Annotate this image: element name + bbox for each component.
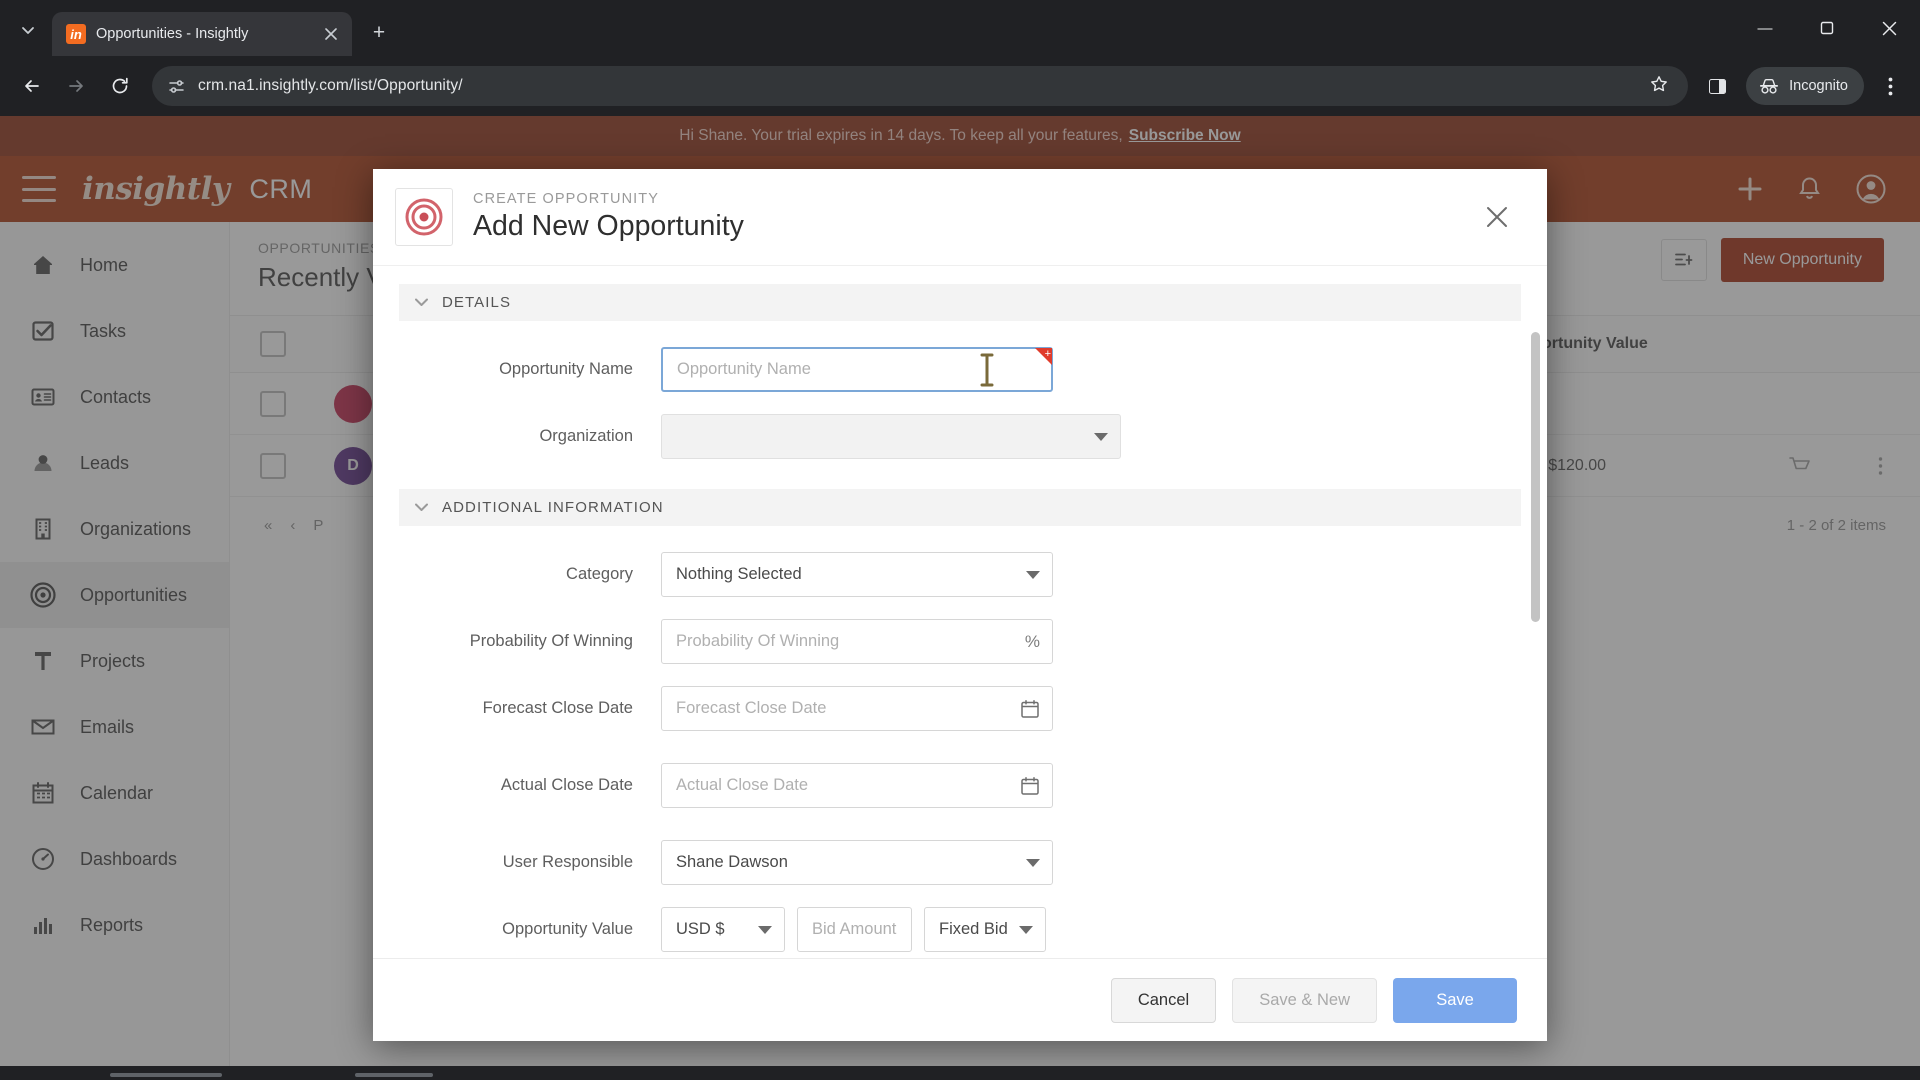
- modal-header: CREATE OPPORTUNITY Add New Opportunity: [373, 169, 1547, 266]
- bid-amount-input[interactable]: Bid Amount: [797, 907, 912, 952]
- cancel-button[interactable]: Cancel: [1110, 977, 1217, 1023]
- chevron-down-icon: [1019, 925, 1033, 934]
- incognito-indicator[interactable]: Incognito: [1746, 67, 1864, 105]
- opportunity-name-placeholder: Opportunity Name: [677, 360, 811, 378]
- browser-tab[interactable]: in Opportunities - Insightly: [52, 12, 352, 56]
- reload-button[interactable]: [100, 66, 140, 106]
- modal-eyebrow: CREATE OPPORTUNITY: [473, 191, 660, 207]
- close-window-button[interactable]: [1858, 0, 1920, 56]
- chevron-down-icon: [1026, 858, 1040, 867]
- field-label: Category: [566, 565, 633, 583]
- currency-value: USD $: [676, 920, 725, 938]
- tab-title: Opportunities - Insightly: [96, 26, 249, 42]
- field-organization: Organization: [399, 414, 1521, 459]
- field-label: Organization: [539, 427, 633, 445]
- calendar-icon[interactable]: [1020, 776, 1040, 796]
- bid-amount-placeholder: Bid Amount: [812, 920, 897, 938]
- modal-scrollbar-thumb[interactable]: [1531, 332, 1540, 622]
- modal-footer: Cancel Save & New Save: [373, 958, 1547, 1041]
- calendar-icon[interactable]: [1020, 699, 1040, 719]
- field-label: Opportunity Value: [502, 920, 633, 938]
- user-responsible-select[interactable]: Shane Dawson: [661, 840, 1053, 885]
- modal-body: DETAILS Opportunity Name Opportunity Nam…: [373, 266, 1547, 958]
- maximize-button[interactable]: [1796, 0, 1858, 56]
- save-and-new-button[interactable]: Save & New: [1232, 977, 1377, 1023]
- forward-button[interactable]: [56, 66, 96, 106]
- field-label: Opportunity Name: [499, 360, 633, 378]
- field-probability: Probability Of Winning Probability Of Wi…: [399, 619, 1521, 664]
- forecast-close-date-placeholder: Forecast Close Date: [676, 699, 827, 717]
- section-title: DETAILS: [442, 294, 512, 311]
- section-additional-information[interactable]: ADDITIONAL INFORMATION: [399, 489, 1521, 526]
- section-title: ADDITIONAL INFORMATION: [442, 499, 664, 516]
- probability-input[interactable]: Probability Of Winning %: [661, 619, 1053, 664]
- probability-placeholder: Probability Of Winning: [676, 632, 840, 650]
- field-opportunity-value: Opportunity Value USD $ Bid Amount Fixed…: [399, 907, 1521, 952]
- add-opportunity-modal: CREATE OPPORTUNITY Add New Opportunity D…: [373, 169, 1547, 1041]
- window-controls: —: [1734, 0, 1920, 56]
- url-text: crm.na1.insightly.com/list/Opportunity/: [198, 77, 463, 94]
- field-label: Probability Of Winning: [469, 632, 633, 650]
- field-user-responsible: User Responsible Shane Dawson: [399, 840, 1521, 885]
- new-tab-button[interactable]: +: [362, 16, 396, 50]
- browser-menu-icon[interactable]: [1872, 68, 1908, 104]
- browser-window: in Opportunities - Insightly + — crm.na1…: [0, 0, 1920, 1080]
- insightly-favicon: in: [66, 24, 86, 44]
- incognito-icon: [1760, 79, 1779, 94]
- save-button[interactable]: Save: [1393, 977, 1517, 1023]
- close-icon[interactable]: [1477, 197, 1517, 237]
- taskbar: [0, 1066, 1920, 1080]
- address-bar[interactable]: crm.na1.insightly.com/list/Opportunity/: [152, 66, 1689, 106]
- side-panel-icon[interactable]: [1700, 69, 1734, 103]
- category-select[interactable]: Nothing Selected: [661, 552, 1053, 597]
- user-responsible-value: Shane Dawson: [676, 853, 788, 871]
- omnibox-toolbar: crm.na1.insightly.com/list/Opportunity/ …: [0, 56, 1920, 116]
- actual-close-date-placeholder: Actual Close Date: [676, 776, 809, 794]
- tab-strip: in Opportunities - Insightly + —: [0, 0, 1920, 56]
- incognito-label: Incognito: [1789, 78, 1848, 94]
- tab-close-icon[interactable]: [320, 23, 342, 45]
- target-icon: [395, 188, 453, 246]
- tab-search-icon[interactable]: [10, 12, 46, 48]
- page-viewport: Hi Shane. Your trial expires in 14 days.…: [0, 116, 1920, 1080]
- bid-type-select[interactable]: Fixed Bid: [924, 907, 1046, 952]
- bid-type-value: Fixed Bid: [939, 920, 1008, 938]
- chevron-down-icon: [1026, 570, 1040, 579]
- field-forecast-close-date: Forecast Close Date Forecast Close Date: [399, 686, 1521, 731]
- modal-title: Add New Opportunity: [473, 210, 744, 242]
- chevron-down-icon: [758, 925, 772, 934]
- text-cursor-icon: [980, 353, 994, 387]
- field-label: Forecast Close Date: [482, 699, 633, 717]
- field-label: Actual Close Date: [500, 776, 633, 794]
- field-opportunity-name: Opportunity Name Opportunity Name: [399, 347, 1521, 392]
- chevron-down-icon: [415, 501, 428, 515]
- field-category: Category Nothing Selected: [399, 552, 1521, 597]
- chevron-down-icon: [1094, 432, 1108, 441]
- back-button[interactable]: [12, 66, 52, 106]
- required-marker-icon: [1035, 348, 1052, 365]
- bookmark-star-icon[interactable]: [1650, 75, 1674, 98]
- category-value: Nothing Selected: [676, 565, 802, 583]
- site-settings-icon[interactable]: [166, 76, 186, 96]
- field-actual-close-date: Actual Close Date Actual Close Date: [399, 763, 1521, 808]
- minimize-button[interactable]: —: [1734, 0, 1796, 56]
- chevron-down-icon: [415, 296, 428, 310]
- modal-scroll-area: DETAILS Opportunity Name Opportunity Nam…: [373, 284, 1547, 958]
- organization-select[interactable]: [661, 414, 1121, 459]
- percent-icon: %: [1024, 631, 1040, 651]
- currency-select[interactable]: USD $: [661, 907, 785, 952]
- actual-close-date-input[interactable]: Actual Close Date: [661, 763, 1053, 808]
- forecast-close-date-input[interactable]: Forecast Close Date: [661, 686, 1053, 731]
- section-details[interactable]: DETAILS: [399, 284, 1521, 321]
- field-label: User Responsible: [502, 853, 633, 871]
